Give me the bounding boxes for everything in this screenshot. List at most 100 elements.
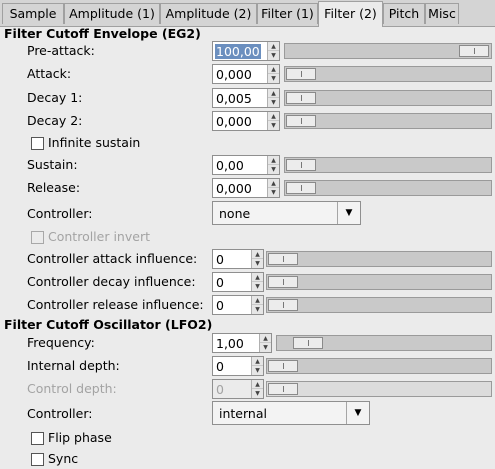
arrow-down-icon[interactable]: ▼ — [252, 282, 263, 291]
sustain-slider-handle[interactable] — [286, 159, 316, 171]
arrow-up-icon[interactable]: ▲ — [268, 89, 279, 98]
controller-invert-checkbox[interactable] — [31, 231, 44, 244]
decay1-slider[interactable] — [284, 90, 492, 106]
arrow-up-icon[interactable]: ▲ — [260, 334, 271, 343]
release-label: Release: — [27, 180, 81, 195]
arrow-down-icon[interactable]: ▼ — [252, 259, 263, 268]
spin-arrows[interactable]: ▲ ▼ — [267, 156, 279, 174]
arrow-down-icon[interactable]: ▼ — [268, 74, 279, 83]
arrow-down-icon[interactable]: ▼ — [252, 389, 263, 398]
pre-attack-slider-handle[interactable] — [459, 45, 489, 57]
release-slider-handle[interactable] — [286, 182, 316, 194]
attack-influence-value: 0 — [216, 252, 224, 267]
spin-arrows[interactable]: ▲ ▼ — [251, 250, 263, 268]
decay1-spinbox[interactable]: 0,005 ▲ ▼ — [212, 88, 280, 108]
arrow-up-icon[interactable]: ▲ — [252, 296, 263, 305]
attack-slider-handle[interactable] — [286, 68, 316, 80]
attack-influence-slider-handle[interactable] — [268, 253, 298, 265]
sustain-spinbox[interactable]: 0,00 ▲ ▼ — [212, 155, 280, 175]
spin-arrows[interactable]: ▲ ▼ — [251, 296, 263, 314]
attack-influence-slider[interactable] — [266, 251, 492, 267]
arrow-down-icon[interactable]: ▼ — [268, 165, 279, 174]
release-influence-label: Controller release influence: — [27, 297, 204, 312]
arrow-up-icon[interactable]: ▲ — [252, 250, 263, 259]
tab-amplitude-1[interactable]: Amplitude (1) — [64, 3, 160, 24]
internal-depth-spinbox[interactable]: 0 ▲ ▼ — [212, 356, 264, 376]
eg2-controller-dropdown[interactable]: none ▼ — [212, 201, 361, 225]
release-influence-slider-handle[interactable] — [268, 299, 298, 311]
arrow-down-icon[interactable]: ▼ — [268, 98, 279, 107]
lfo2-controller-value: internal — [219, 406, 267, 421]
decay1-label: Decay 1: — [27, 90, 83, 105]
control-depth-spinbox[interactable]: 0 ▲ ▼ — [212, 379, 264, 399]
release-influence-spinbox[interactable]: 0 ▲ ▼ — [212, 295, 264, 315]
release-spinbox[interactable]: 0,000 ▲ ▼ — [212, 178, 280, 198]
control-depth-slider[interactable] — [266, 381, 492, 397]
control-depth-slider-handle[interactable] — [268, 383, 298, 395]
arrow-down-icon[interactable]: ▼ — [268, 51, 279, 60]
arrow-up-icon[interactable]: ▲ — [268, 112, 279, 121]
pre-attack-slider[interactable] — [284, 43, 492, 59]
pre-attack-spinbox[interactable]: 100,00 ▲ ▼ — [212, 41, 280, 61]
arrow-down-icon[interactable]: ▼ — [260, 343, 271, 352]
decay1-slider-handle[interactable] — [286, 92, 316, 104]
decay-influence-spinbox[interactable]: 0 ▲ ▼ — [212, 272, 264, 292]
lfo2-section-title: Filter Cutoff Oscillator (LFO2) — [4, 317, 213, 332]
flip-phase-checkbox[interactable] — [31, 432, 44, 445]
triangle-down-icon[interactable]: ▼ — [337, 202, 360, 224]
attack-influence-spinbox[interactable]: 0 ▲ ▼ — [212, 249, 264, 269]
tab-amplitude-2[interactable]: Amplitude (2) — [160, 3, 257, 24]
decay-influence-slider[interactable] — [266, 274, 492, 290]
arrow-down-icon[interactable]: ▼ — [252, 366, 263, 375]
spin-arrows[interactable]: ▲ ▼ — [267, 42, 279, 60]
sync-checkbox[interactable] — [31, 453, 44, 466]
frequency-spinbox[interactable]: 1,00 ▲ ▼ — [212, 333, 272, 353]
spin-arrows[interactable]: ▲ ▼ — [259, 334, 271, 352]
infinite-sustain-checkbox[interactable] — [31, 137, 44, 150]
sustain-slider[interactable] — [284, 157, 492, 173]
internal-depth-slider-handle[interactable] — [268, 360, 298, 372]
arrow-up-icon[interactable]: ▲ — [268, 42, 279, 51]
attack-slider[interactable] — [284, 66, 492, 82]
spin-arrows[interactable]: ▲ ▼ — [251, 273, 263, 291]
spin-arrows[interactable]: ▲ ▼ — [267, 112, 279, 130]
attack-label: Attack: — [27, 66, 72, 81]
arrow-down-icon[interactable]: ▼ — [268, 188, 279, 197]
tab-filter-1[interactable]: Filter (1) — [257, 3, 318, 24]
tab-misc[interactable]: Misc — [425, 3, 459, 24]
decay2-value: 0,000 — [216, 114, 252, 129]
attack-spinbox[interactable]: 0,000 ▲ ▼ — [212, 64, 280, 84]
decay-influence-value: 0 — [216, 275, 224, 290]
decay-influence-slider-handle[interactable] — [268, 276, 298, 288]
spin-arrows[interactable]: ▲ ▼ — [251, 357, 263, 375]
attack-value: 0,000 — [216, 67, 252, 82]
tab-filter-2[interactable]: Filter (2) — [318, 1, 383, 27]
decay2-slider[interactable] — [284, 113, 492, 129]
decay2-spinbox[interactable]: 0,000 ▲ ▼ — [212, 111, 280, 131]
lfo2-controller-dropdown[interactable]: internal ▼ — [212, 401, 370, 425]
frequency-slider-handle[interactable] — [293, 337, 323, 349]
arrow-down-icon[interactable]: ▼ — [252, 305, 263, 314]
release-slider[interactable] — [284, 180, 492, 196]
arrow-up-icon[interactable]: ▲ — [268, 156, 279, 165]
spin-arrows[interactable]: ▲ ▼ — [251, 380, 263, 398]
arrow-up-icon[interactable]: ▲ — [268, 65, 279, 74]
attack-influence-label: Controller attack influence: — [27, 251, 198, 266]
decay-influence-label: Controller decay influence: — [27, 274, 196, 289]
tab-sample[interactable]: Sample — [2, 3, 64, 24]
spin-arrows[interactable]: ▲ ▼ — [267, 179, 279, 197]
arrow-up-icon[interactable]: ▲ — [252, 380, 263, 389]
spin-arrows[interactable]: ▲ ▼ — [267, 89, 279, 107]
arrow-down-icon[interactable]: ▼ — [268, 121, 279, 130]
arrow-up-icon[interactable]: ▲ — [268, 179, 279, 188]
frequency-slider[interactable] — [276, 335, 492, 351]
eg2-section-title: Filter Cutoff Envelope (EG2) — [4, 26, 201, 41]
triangle-down-icon[interactable]: ▼ — [346, 402, 369, 424]
arrow-up-icon[interactable]: ▲ — [252, 357, 263, 366]
decay2-slider-handle[interactable] — [286, 115, 316, 127]
tab-pitch[interactable]: Pitch — [383, 3, 425, 24]
spin-arrows[interactable]: ▲ ▼ — [267, 65, 279, 83]
release-influence-slider[interactable] — [266, 297, 492, 313]
internal-depth-slider[interactable] — [266, 358, 492, 374]
arrow-up-icon[interactable]: ▲ — [252, 273, 263, 282]
